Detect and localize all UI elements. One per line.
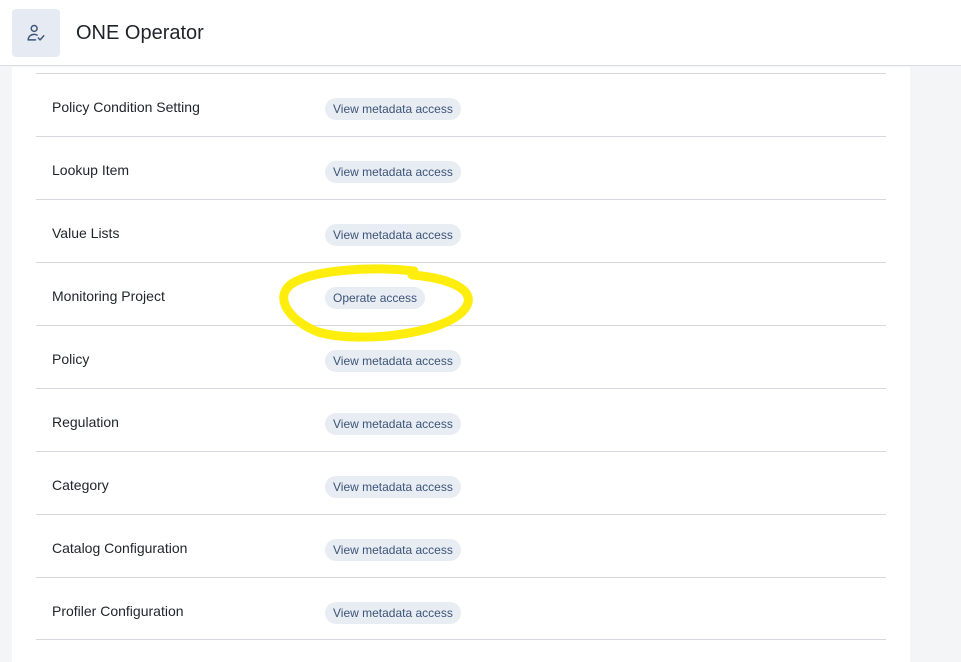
permission-name: Monitoring Project bbox=[52, 288, 165, 304]
permission-name: Lookup Item bbox=[52, 162, 130, 178]
access-level-chip[interactable]: View metadata access bbox=[325, 224, 461, 246]
role-title: ONE Operator bbox=[76, 22, 204, 44]
table-row: Lookup Item View metadata access bbox=[36, 136, 886, 199]
access-level-chip[interactable]: View metadata access bbox=[325, 350, 461, 372]
access-level-chip[interactable]: View metadata access bbox=[325, 98, 461, 120]
table-row: Value Lists View metadata access bbox=[36, 199, 886, 262]
user-check-icon bbox=[27, 24, 45, 41]
table-row: Catalog Configuration View metadata acce… bbox=[36, 514, 886, 577]
permission-name: Value Lists bbox=[52, 225, 120, 241]
app-header: ONE Operator bbox=[0, 0, 961, 66]
permission-name: Regulation bbox=[52, 414, 119, 430]
permission-name: Profiler Configuration bbox=[52, 603, 184, 619]
table-row: Regulation View metadata access bbox=[36, 388, 886, 451]
permissions-table: Policy Condition Setting View metadata a… bbox=[36, 73, 886, 640]
table-row: Policy View metadata access bbox=[36, 325, 886, 388]
access-level-chip[interactable]: View metadata access bbox=[325, 476, 461, 498]
table-row: Profiler Configuration View metadata acc… bbox=[36, 577, 886, 640]
permission-name: Category bbox=[52, 477, 109, 493]
permission-name: Policy bbox=[52, 351, 90, 367]
permission-name: Catalog Configuration bbox=[52, 540, 188, 556]
table-row: Monitoring Project Operate access bbox=[36, 262, 886, 325]
role-avatar bbox=[12, 9, 60, 57]
access-level-chip[interactable]: View metadata access bbox=[325, 161, 461, 183]
access-level-chip[interactable]: View metadata access bbox=[325, 413, 461, 435]
access-level-chip[interactable]: View metadata access bbox=[325, 602, 461, 624]
access-level-chip[interactable]: Operate access bbox=[325, 287, 426, 309]
permissions-panel: Policy Condition Setting View metadata a… bbox=[12, 67, 910, 662]
access-level-chip[interactable]: View metadata access bbox=[325, 539, 461, 561]
permission-name: Policy Condition Setting bbox=[52, 99, 200, 115]
table-row: Category View metadata access bbox=[36, 451, 886, 514]
table-row: Policy Condition Setting View metadata a… bbox=[36, 73, 886, 136]
